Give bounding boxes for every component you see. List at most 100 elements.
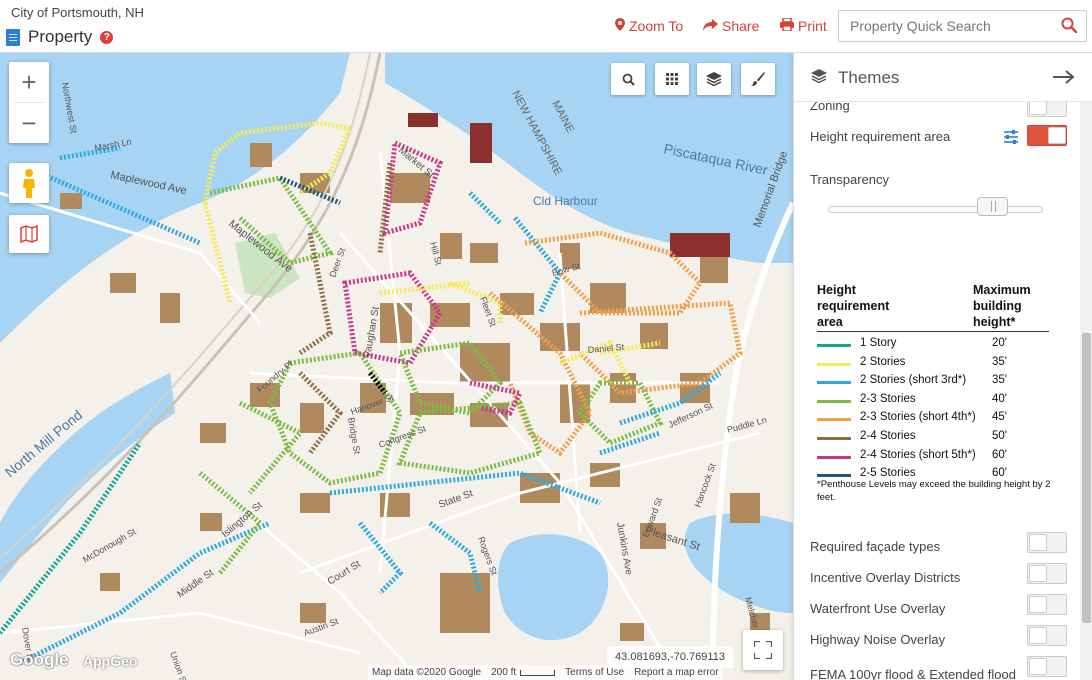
print-label: Print: [798, 18, 827, 34]
map-label-mcdonough-st: McDonough St: [81, 526, 138, 565]
legend-item: 2-3 Stories 40': [817, 393, 1049, 411]
paintbrush-icon: [751, 72, 765, 86]
legend-item: 2 Stories 35': [817, 356, 1049, 374]
noise-toggle[interactable]: [1027, 625, 1067, 646]
themes-title: Themes: [838, 68, 900, 87]
legend-footnote: *Penthouse Levels may exceed the buildin…: [817, 479, 1051, 503]
panel-scrollbar-thumb[interactable]: [1082, 333, 1091, 623]
map-search-button[interactable]: [611, 63, 645, 95]
zoom-control: + −: [9, 62, 49, 143]
themes-panel: Themes Zoning Height requirement area Tr…: [793, 53, 1092, 680]
zoom-in-button[interactable]: +: [9, 62, 49, 102]
map-icon: [20, 225, 38, 243]
map-basemap: Piscataqua River Cld Harbour NEW HAMPSHI…: [0, 53, 793, 680]
toggle-knob: [1029, 658, 1047, 675]
legend-item-height: 60': [992, 448, 1007, 461]
themes-panel-body: Zoning Height requirement area Transpare…: [794, 102, 1080, 680]
legend-item-label: 2-3 Stories (short 4th*): [860, 411, 976, 424]
map-type-toggle[interactable]: [9, 215, 49, 253]
transparency-slider-handle[interactable]: [977, 197, 1009, 216]
help-icon[interactable]: ?: [100, 30, 114, 44]
fullscreen-button[interactable]: [743, 630, 783, 670]
scale-bar: [520, 669, 556, 676]
facade-toggle[interactable]: [1027, 532, 1067, 553]
fema-label: FEMA 100yr flood & Extended flood hazard…: [810, 667, 1016, 680]
toggle-knob: [1029, 534, 1047, 551]
print-button[interactable]: Print: [780, 17, 827, 34]
map-label-vaughan-st: Vaughan St: [362, 306, 382, 359]
legend-swatch: [817, 399, 851, 403]
app-header: City of Portsmouth, NH Property ? Zoom T…: [0, 0, 1092, 53]
legend-item-height: 45': [992, 411, 1007, 424]
toggle-knob: [1029, 596, 1047, 613]
legend-swatch: [817, 437, 851, 440]
report-error-link[interactable]: Report a map error: [634, 667, 718, 678]
legend-item-label: 2-3 Stories: [860, 392, 916, 405]
map-label-state-st: State St: [437, 488, 474, 511]
noise-label: Highway Noise Overlay: [810, 632, 946, 647]
legend-item-label: 2 Stories: [860, 355, 906, 368]
print-icon: [780, 17, 794, 34]
toggle-knob: [1029, 102, 1047, 115]
fema-toggle[interactable]: [1027, 656, 1067, 677]
legend-item-height: 35': [992, 374, 1007, 387]
height-legend: Height requirement area Maximum building…: [810, 277, 1055, 513]
legend-swatch: [817, 474, 851, 478]
legend-item: 2 Stories (short 3rd*) 35': [817, 374, 1049, 392]
legend-divider: [817, 331, 1049, 332]
map-label-junkins-ave: Junkins Ave: [614, 522, 634, 577]
share-button[interactable]: Share: [703, 18, 759, 34]
waterfront-toggle[interactable]: [1027, 594, 1067, 615]
legend-item-label: 1 Story: [860, 337, 897, 349]
city-name: City of Portsmouth, NH: [11, 5, 144, 20]
legend-swatch: [817, 344, 851, 347]
map-canvas[interactable]: Piscataqua River Cld Harbour NEW HAMPSHI…: [0, 53, 793, 680]
google-logo: Google: [10, 650, 69, 669]
toggle-knob: [1029, 565, 1047, 582]
map-data-credit: Map data ©2020 Google: [372, 667, 482, 678]
map-label-bow-st: Bow St: [551, 261, 582, 278]
scale-label: 200 ft: [491, 667, 517, 678]
map-label-cld-harbour: Cld Harbour: [533, 194, 598, 208]
zoning-toggle[interactable]: [1027, 102, 1067, 117]
zoning-label: Zoning: [810, 102, 850, 113]
map-label-congress-st: Congress St: [377, 423, 427, 450]
zoom-out-button[interactable]: −: [9, 103, 49, 143]
share-icon: [703, 18, 718, 34]
draw-button[interactable]: [741, 63, 775, 95]
terms-link[interactable]: Terms of Use: [565, 667, 624, 678]
height-requirement-toggle[interactable]: [1027, 125, 1067, 146]
map-label-bridge-st: Bridge St: [346, 417, 362, 456]
transparency-label: Transparency: [810, 172, 889, 187]
legend-item: 1 Story 20': [817, 337, 1049, 355]
legend-swatch: [817, 455, 851, 459]
zoom-to-button[interactable]: Zoom To: [615, 18, 683, 34]
legend-item: 2-3 Stories (short 4th*) 45': [817, 411, 1049, 429]
zoom-to-label: Zoom To: [629, 18, 684, 34]
legend-swatch: [817, 381, 851, 385]
fullscreen-icon: [754, 641, 772, 659]
layers-button[interactable]: [697, 63, 731, 95]
basemap-grid-button[interactable]: [655, 63, 689, 95]
legend-col-height-heading: Maximum building height*: [973, 283, 1031, 329]
page-title: Property: [28, 27, 93, 46]
legend-item: 2-4 Stories (short 5th*) 60': [817, 449, 1049, 467]
map-label-middle-st: Middle St: [175, 567, 216, 600]
appgeo-logo: AppGeo: [83, 653, 138, 669]
height-requirement-label: Height requirement area: [810, 129, 951, 144]
search-icon[interactable]: [1061, 17, 1078, 34]
transparency-slider-track[interactable]: [828, 206, 1043, 213]
collapse-arrow-icon[interactable]: [1053, 67, 1075, 90]
map-label-union-st: Union St: [168, 650, 189, 680]
incentive-toggle[interactable]: [1027, 563, 1067, 584]
property-search-input[interactable]: [839, 11, 1054, 41]
map-attribution: Map data ©2020 Google 200 ft Terms of Us…: [368, 665, 723, 680]
layers-icon: [706, 72, 722, 86]
legend-item-height: 35': [992, 355, 1007, 368]
legend-item-label: 2 Stories (short 3rd*): [860, 374, 967, 387]
toggle-knob: [1029, 627, 1047, 644]
legend-item-label: 2-4 Stories (short 5th*): [860, 448, 976, 461]
street-view-pegman-icon[interactable]: [9, 163, 49, 203]
map-label-daniel-st: Daniel St: [587, 342, 625, 355]
filter-settings-icon[interactable]: [1003, 130, 1019, 149]
